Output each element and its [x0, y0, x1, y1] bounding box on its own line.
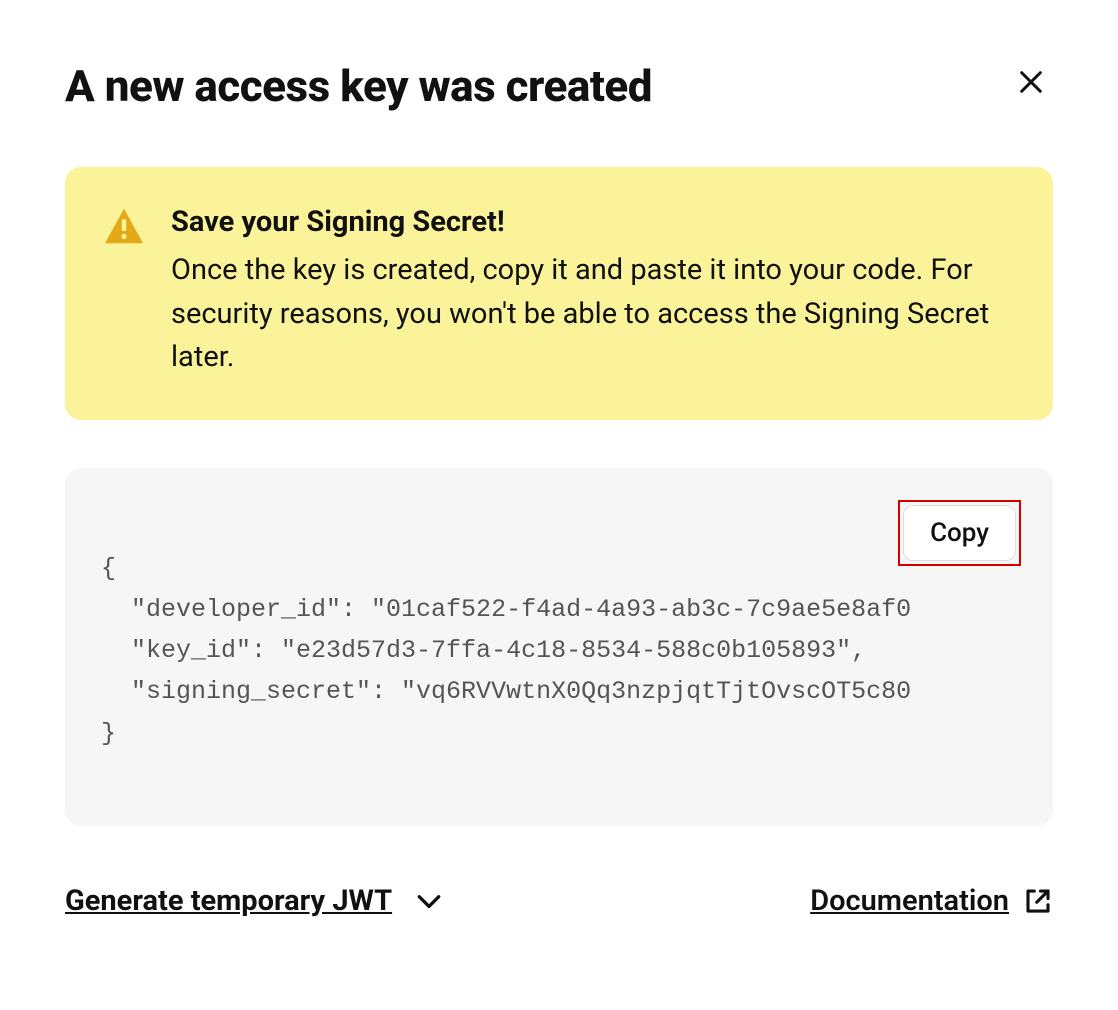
alert-content: Save your Signing Secret! Once the key i… [171, 205, 1009, 380]
dialog-header: A new access key was created [65, 60, 1053, 112]
documentation-label: Documentation [810, 884, 1009, 918]
external-link-icon [1023, 886, 1053, 916]
generate-jwt-label: Generate temporary JWT [65, 884, 392, 918]
alert-body: Once the key is created, copy it and pas… [171, 249, 1009, 380]
generate-jwt-button[interactable]: Generate temporary JWT [65, 884, 442, 918]
dialog-footer: Generate temporary JWT Documentation [65, 884, 1053, 918]
alert-title: Save your Signing Secret! [171, 205, 1009, 239]
warning-icon [103, 207, 145, 380]
dialog-title: A new access key was created [65, 60, 652, 112]
copy-button-highlight: Copy [898, 500, 1021, 566]
close-button[interactable] [1009, 60, 1053, 104]
warning-alert: Save your Signing Secret! Once the key i… [65, 167, 1053, 420]
code-block: Copy { "developer_id": "01caf522-f4ad-4a… [65, 468, 1053, 826]
chevron-down-icon [416, 893, 442, 909]
code-content: { "developer_id": "01caf522-f4ad-4a93-ab… [101, 548, 1017, 754]
copy-button[interactable]: Copy [903, 505, 1016, 561]
documentation-link[interactable]: Documentation [810, 884, 1053, 918]
close-icon [1017, 68, 1045, 96]
